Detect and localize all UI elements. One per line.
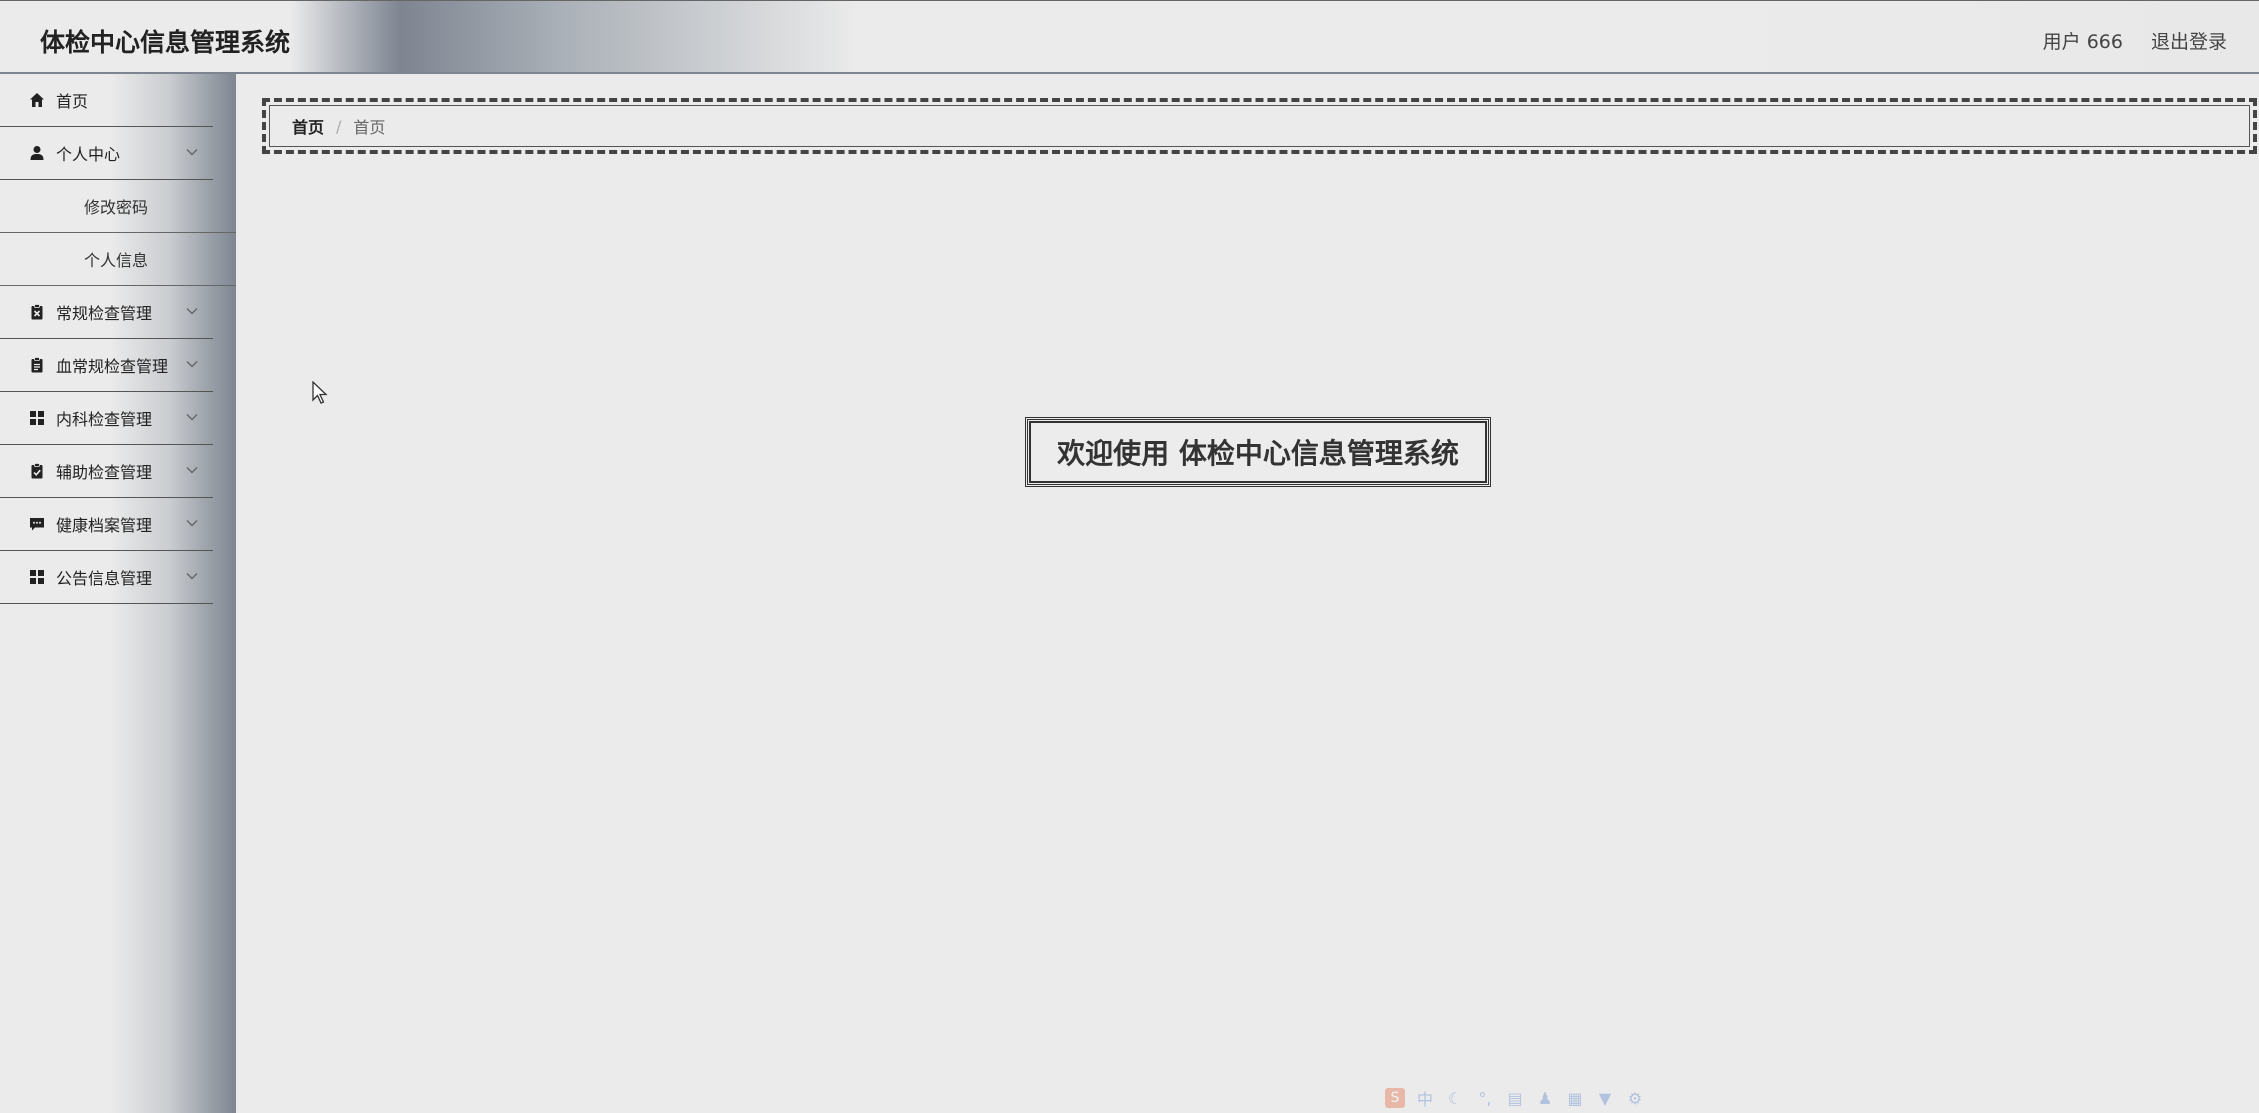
sidebar-item-personal-center[interactable]: 个人中心 <box>0 127 213 180</box>
chevron-down-icon <box>186 149 198 156</box>
chevron-down-icon <box>186 414 198 421</box>
logout-button[interactable]: 退出登录 <box>2151 27 2227 54</box>
sidebar-item-label: 常规检查管理 <box>56 304 153 323</box>
shirt-icon[interactable]: ▼ <box>1595 1088 1615 1108</box>
clipboard-x-icon <box>28 303 46 321</box>
ime-mode-toggle[interactable]: 中 <box>1415 1088 1435 1109</box>
chevron-down-icon <box>186 361 198 368</box>
gear-icon[interactable]: ⚙ <box>1625 1088 1645 1108</box>
breadcrumb-home-link[interactable]: 首页 <box>292 114 324 138</box>
sidebar-item-health-records[interactable]: 健康档案管理 <box>0 498 213 551</box>
sidebar-item-label: 个人中心 <box>56 145 121 164</box>
message-icon <box>28 515 46 533</box>
user-icon <box>28 144 46 162</box>
ime-toolbar: S 中 ☾ °, ▤ ♟ ▦ ▼ ⚙ <box>1385 1088 1645 1109</box>
clipboard-check-icon <box>28 462 46 480</box>
header-user-area: 用户 666 退出登录 <box>2043 27 2227 54</box>
sidebar-item-blood-routine[interactable]: 血常规检查管理 <box>0 339 213 392</box>
app-title: 体检中心信息管理系统 <box>40 28 291 57</box>
user-icon[interactable]: ♟ <box>1535 1088 1555 1108</box>
mouse-cursor-icon <box>312 381 328 404</box>
grid-icon[interactable]: ▦ <box>1565 1088 1585 1108</box>
sidebar-item-label: 血常规检查管理 <box>56 357 169 376</box>
grid-icon <box>28 409 46 427</box>
sidebar-item-label: 内科检查管理 <box>56 410 153 429</box>
sidebar-item-home[interactable]: 首页 <box>0 74 213 127</box>
breadcrumb-current: 首页 <box>353 118 386 137</box>
clipboard-icon <box>28 356 46 374</box>
breadcrumb-separator: / <box>336 116 342 136</box>
sidebar-subitem-change-password[interactable]: 修改密码 <box>0 180 236 233</box>
home-icon <box>28 91 46 109</box>
moon-icon[interactable]: ☾ <box>1445 1088 1465 1108</box>
sidebar-item-internal-medicine[interactable]: 内科检查管理 <box>0 392 213 445</box>
sidebar-item-label: 健康档案管理 <box>56 516 153 535</box>
sidebar-item-label: 首页 <box>56 92 89 111</box>
sidebar-item-label: 辅助检查管理 <box>56 463 153 482</box>
ime-logo-icon[interactable]: S <box>1385 1088 1405 1108</box>
sidebar-item-auxiliary-check[interactable]: 辅助检查管理 <box>0 445 213 498</box>
keyboard-icon[interactable]: ▤ <box>1505 1088 1525 1108</box>
sidebar-item-routine-check[interactable]: 常规检查管理 <box>0 286 213 339</box>
top-header: 体检中心信息管理系统 用户 666 退出登录 <box>0 0 2259 74</box>
chevron-down-icon <box>186 573 198 580</box>
breadcrumb: 首页 / 首页 <box>262 98 2257 154</box>
user-name[interactable]: 用户 666 <box>2043 27 2123 54</box>
sidebar-subitem-personal-info[interactable]: 个人信息 <box>0 233 236 286</box>
sidebar-item-announcements[interactable]: 公告信息管理 <box>0 551 213 604</box>
sidebar: 首页 个人中心 修改密码 个人信息 常规检查管理 血常规检查管理 内科检查管理 <box>0 74 236 1113</box>
grid-icon <box>28 568 46 586</box>
chevron-down-icon <box>186 467 198 474</box>
welcome-banner: 欢迎使用 体检中心信息管理系统 <box>1025 417 1491 487</box>
chevron-down-icon <box>186 520 198 527</box>
sidebar-item-label: 公告信息管理 <box>56 569 153 588</box>
chevron-down-icon <box>186 308 198 315</box>
punctuation-icon[interactable]: °, <box>1475 1088 1495 1108</box>
